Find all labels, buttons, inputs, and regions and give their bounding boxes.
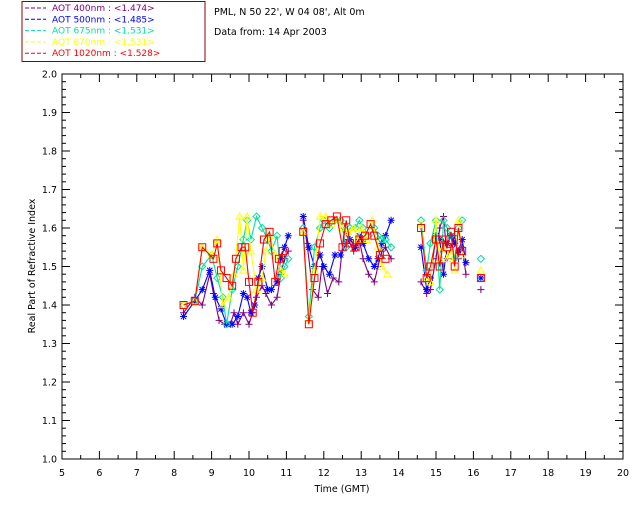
- x-tick-label: 8: [171, 468, 177, 479]
- data-point: [320, 263, 328, 270]
- y-tick-label: 1.2: [42, 378, 57, 389]
- axis-tick-labels: 5 6 7 8 9 10 11 12 13 14 15 16 17 18 19 20 1.0 1.1 1.2 1.3 1…: [42, 70, 629, 480]
- y-tick-label: 1.9: [42, 108, 57, 119]
- plot-frame: [61, 73, 624, 460]
- y-tick-label: 1.4: [42, 301, 57, 312]
- legend-entry: AOT 1020nm : <1.528>: [52, 49, 160, 59]
- data-point: [423, 286, 431, 294]
- legend-entry: AOT 870nm : <1.531>: [52, 38, 155, 48]
- data-point: [462, 259, 470, 267]
- y-tick-label: 1.5: [42, 262, 57, 273]
- x-tick-label: 13: [355, 468, 367, 479]
- x-tick-label: 10: [243, 468, 255, 479]
- data-point: [324, 289, 332, 297]
- data-point: [477, 286, 485, 294]
- date-info-text: Data from: 14 Apr 2003: [214, 27, 327, 38]
- data-point: [325, 270, 333, 278]
- site-info-text: PML, N 50 22', W 04 08', Alt 0m: [214, 7, 365, 18]
- data-point: [365, 255, 373, 263]
- y-tick-label: 1.8: [42, 147, 57, 158]
- x-tick-label: 16: [467, 468, 479, 479]
- data-point: [215, 316, 223, 324]
- axis-ticks: [61, 73, 624, 460]
- x-tick-label: 17: [505, 468, 517, 479]
- x-tick-label: 19: [580, 468, 592, 479]
- y-tick-label: 1.1: [42, 416, 57, 427]
- data-point: [335, 278, 343, 286]
- data-point: [476, 254, 486, 264]
- data-point: [198, 286, 206, 294]
- x-tick-label: 15: [430, 468, 442, 479]
- x-tick-label: 11: [280, 468, 292, 479]
- data-point: [267, 286, 275, 294]
- y-tick-label: 1.3: [42, 339, 57, 350]
- y-axis-label: Real Part of Refractive Index: [27, 198, 38, 333]
- data-point: [206, 266, 214, 274]
- data-point: [337, 251, 345, 259]
- legend-entry: AOT 500nm : <1.485>: [52, 15, 155, 25]
- y-tick-label: 1.0: [42, 455, 57, 466]
- data-point: [180, 313, 188, 321]
- x-tick-label: 7: [134, 468, 140, 479]
- y-tick-label: 1.6: [42, 224, 57, 235]
- data-point: [239, 309, 247, 317]
- data-point: [462, 270, 470, 278]
- x-axis-label: Time (GMT): [313, 484, 369, 495]
- data-point: [370, 263, 378, 270]
- x-tick-label: 14: [393, 468, 405, 479]
- data-point: [234, 313, 242, 321]
- data-point: [284, 232, 292, 240]
- x-tick-label: 5: [59, 468, 65, 479]
- legend-entry: AOT 400nm : <1.474>: [52, 4, 155, 14]
- data-point: [211, 293, 219, 301]
- data-point: [387, 216, 395, 224]
- series-layer: [179, 211, 486, 329]
- x-tick-label: 20: [617, 468, 629, 479]
- data-point: [243, 293, 251, 301]
- x-tick-label: 18: [542, 468, 554, 479]
- x-tick-label: 9: [209, 468, 215, 479]
- y-tick-label: 2.0: [42, 70, 57, 81]
- data-point: [477, 274, 485, 282]
- data-point: [273, 293, 281, 301]
- refractive-index-chart: AOT 400nm : <1.474>AOT 500nm : <1.485> AO…: [21, 1, 629, 495]
- data-point: [299, 212, 307, 220]
- data-point: [245, 320, 253, 328]
- x-tick-label: 6: [96, 468, 102, 479]
- x-tick-label: 12: [318, 468, 330, 479]
- y-tick-label: 1.7: [42, 185, 57, 196]
- legend-entry: AOT 675nm : <1.531>: [52, 27, 155, 37]
- data-point: [476, 265, 486, 274]
- data-point: [217, 305, 225, 313]
- series-4: [179, 212, 485, 329]
